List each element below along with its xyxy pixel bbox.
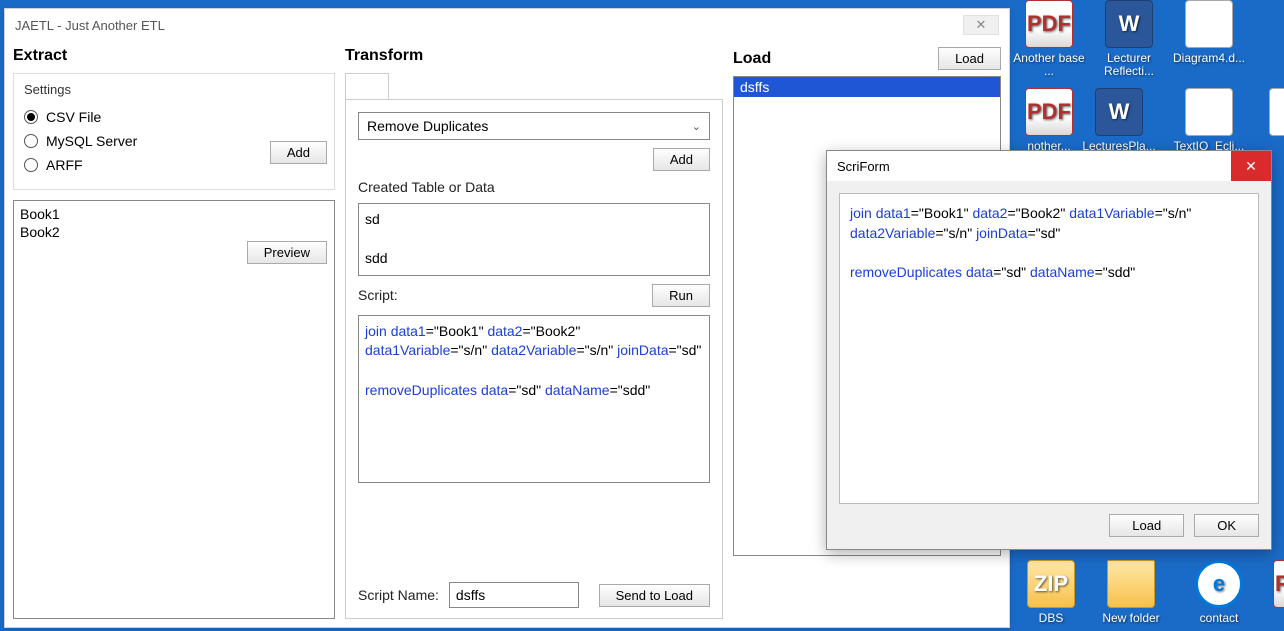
radio-icon (24, 158, 38, 172)
icon-label: PD (1260, 612, 1284, 625)
file-icon (1269, 88, 1284, 136)
desktop-icon[interactable]: ZIP DBS (1014, 560, 1088, 625)
file-icon (1185, 0, 1233, 48)
file-icon: PDF (1025, 0, 1073, 48)
icon-label: DBS (1014, 612, 1088, 625)
close-icon[interactable]: ✕ (1231, 151, 1271, 181)
file-icon (1107, 560, 1155, 608)
operation-select[interactable]: Remove Duplicates ⌄ (358, 112, 710, 140)
script-name-label: Script Name: (358, 587, 439, 603)
file-icon: PDF (1273, 560, 1284, 608)
radio-label: CSV File (46, 109, 101, 125)
file-icon: W (1095, 88, 1143, 136)
file-icon: e (1195, 560, 1243, 608)
desktop-icon[interactable]: e contact (1182, 560, 1256, 625)
send-to-load-button[interactable]: Send to Load (599, 584, 710, 607)
desktop-icon[interactable]: PDF PD (1260, 560, 1284, 625)
load-button[interactable]: Load (938, 47, 1001, 70)
radio-label: ARFF (46, 157, 83, 173)
desktop-icon[interactable]: WLecturesPla... (1082, 88, 1156, 153)
desktop-icon[interactable]: New folder (1094, 560, 1168, 625)
titlebar[interactable]: JAETL - Just Another ETL ✕ (5, 9, 1009, 41)
desktop-icon[interactable]: PDFnother... (1012, 88, 1086, 153)
radio-icon (24, 134, 38, 148)
scriform-load-button[interactable]: Load (1109, 514, 1184, 537)
run-button[interactable]: Run (652, 284, 710, 307)
desktop-icon[interactable]: W Lecturer Reflecti... (1092, 0, 1166, 78)
scriform-titlebar[interactable]: ScriForm ✕ (827, 151, 1271, 181)
operation-selected: Remove Duplicates (367, 118, 488, 134)
extract-preview-button[interactable]: Preview (247, 241, 327, 264)
created-label: Created Table or Data (358, 179, 710, 195)
script-name-input[interactable] (449, 582, 579, 608)
script-editor[interactable]: join data1="Book1" data2="Book2" data1Va… (358, 315, 710, 483)
extract-panel: Extract Add Preview Settings CSV FileMyS… (13, 47, 335, 619)
icon-label: Diagram4.d... (1172, 52, 1246, 65)
source-radio[interactable]: ARFF (24, 153, 324, 177)
transform-tab[interactable] (345, 73, 389, 99)
chevron-down-icon: ⌄ (692, 120, 701, 133)
extract-heading: Extract (13, 47, 335, 65)
file-icon (1185, 88, 1233, 136)
icon-label: contact (1182, 612, 1256, 625)
desktop-icon[interactable]: u (1256, 88, 1284, 153)
transform-heading: Transform (345, 47, 723, 65)
radio-icon (24, 110, 38, 124)
scriform-dialog: ScriForm ✕ join data1="Book1" data2="Boo… (826, 150, 1272, 550)
scriform-editor[interactable]: join data1="Book1" data2="Book2" data1Va… (839, 193, 1259, 504)
load-heading: Load (733, 50, 771, 68)
source-radio[interactable]: CSV File (24, 105, 324, 129)
transform-add-button[interactable]: Add (653, 148, 710, 171)
file-icon: W (1105, 0, 1153, 48)
close-icon[interactable]: ✕ (963, 15, 999, 35)
window-title: JAETL - Just Another ETL (15, 18, 165, 33)
transform-tabstrip (345, 73, 723, 99)
source-radio[interactable]: MySQL Server (24, 129, 324, 153)
desktop-icon[interactable]: TextIO_Ecli... (1172, 88, 1246, 153)
list-item[interactable]: Book2 (20, 223, 328, 241)
created-data-box[interactable]: sd sdd (358, 203, 710, 276)
desktop-icon[interactable]: Diagram4.d... (1172, 0, 1246, 65)
radio-label: MySQL Server (46, 133, 137, 149)
file-icon: PDF (1025, 88, 1073, 136)
icon-label: New folder (1094, 612, 1168, 625)
list-item[interactable]: Book1 (20, 205, 328, 223)
icon-label: Lecturer Reflecti... (1092, 52, 1166, 78)
extract-settings: Settings CSV File MySQL Server ARFF (13, 73, 335, 190)
load-item[interactable]: dsffs (734, 77, 1000, 97)
script-label: Script: (358, 287, 398, 303)
scriform-title: ScriForm (837, 159, 890, 174)
icon-label: Another base ... (1012, 52, 1086, 78)
scriform-ok-button[interactable]: OK (1194, 514, 1259, 537)
settings-label: Settings (24, 82, 324, 97)
file-icon: ZIP (1027, 560, 1075, 608)
transform-panel: Transform Remove Duplicates ⌄ Add Create… (345, 47, 723, 619)
desktop-icon[interactable]: PDF Another base ... (1012, 0, 1086, 78)
